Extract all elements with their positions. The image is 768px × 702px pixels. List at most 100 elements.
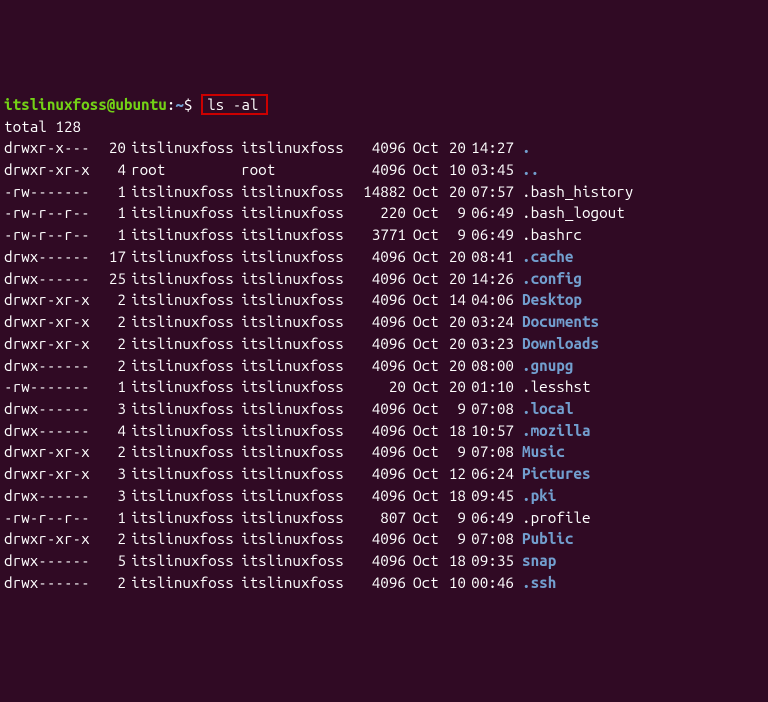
file-row: drwx------5itslinuxfossitslinuxfoss4096O… — [4, 550, 764, 572]
file-name: .lesshst — [518, 376, 591, 398]
file-size: 220 — [356, 202, 406, 224]
day: 9 — [444, 507, 466, 529]
link-count: 2 — [99, 441, 126, 463]
permissions: drwxr-xr-x — [4, 528, 99, 550]
day: 20 — [444, 268, 466, 290]
file-name: .gnupg — [518, 355, 573, 377]
owner: itslinuxfoss — [126, 485, 241, 507]
group: itslinuxfoss — [241, 355, 356, 377]
file-row: drwxr-xr-x4rootroot4096Oct1003:45.. — [4, 159, 764, 181]
file-name: .profile — [518, 507, 591, 529]
group: itslinuxfoss — [241, 463, 356, 485]
owner: itslinuxfoss — [126, 311, 241, 333]
permissions: drwx------ — [4, 268, 99, 290]
month: Oct — [406, 550, 444, 572]
link-count: 5 — [99, 550, 126, 572]
permissions: drwxr-xr-x — [4, 311, 99, 333]
owner: itslinuxfoss — [126, 463, 241, 485]
time: 03:24 — [466, 311, 518, 333]
file-name: .pki — [518, 485, 556, 507]
permissions: drwxr-xr-x — [4, 463, 99, 485]
day: 20 — [444, 181, 466, 203]
file-row: drwx------3itslinuxfossitslinuxfoss4096O… — [4, 398, 764, 420]
file-name: Downloads — [518, 333, 599, 355]
permissions: drwx------ — [4, 550, 99, 572]
file-name: Pictures — [518, 463, 591, 485]
day: 20 — [444, 333, 466, 355]
link-count: 1 — [99, 224, 126, 246]
owner: itslinuxfoss — [126, 441, 241, 463]
day: 12 — [444, 463, 466, 485]
file-name: Desktop — [518, 289, 582, 311]
link-count: 4 — [99, 159, 126, 181]
file-size: 4096 — [356, 137, 406, 159]
group: itslinuxfoss — [241, 572, 356, 594]
day: 20 — [444, 311, 466, 333]
file-row: -rw-r--r--1itslinuxfossitslinuxfoss807Oc… — [4, 507, 764, 529]
group: itslinuxfoss — [241, 246, 356, 268]
permissions: -rw-r--r-- — [4, 507, 99, 529]
time: 03:45 — [466, 159, 518, 181]
file-size: 4096 — [356, 528, 406, 550]
file-size: 4096 — [356, 159, 406, 181]
time: 09:45 — [466, 485, 518, 507]
file-row: -rw-------1itslinuxfossitslinuxfoss20Oct… — [4, 376, 764, 398]
file-row: -rw-r--r--1itslinuxfossitslinuxfoss220Oc… — [4, 202, 764, 224]
owner: itslinuxfoss — [126, 289, 241, 311]
link-count: 2 — [99, 311, 126, 333]
time: 07:08 — [466, 441, 518, 463]
file-name: .local — [518, 398, 573, 420]
file-name: snap — [518, 550, 556, 572]
link-count: 1 — [99, 376, 126, 398]
owner: itslinuxfoss — [126, 355, 241, 377]
link-count: 3 — [99, 463, 126, 485]
month: Oct — [406, 289, 444, 311]
time: 10:57 — [466, 420, 518, 442]
prompt-user-host: itslinuxfoss@ubuntu — [4, 96, 167, 113]
file-row: -rw-r--r--1itslinuxfossitslinuxfoss3771O… — [4, 224, 764, 246]
link-count: 1 — [99, 507, 126, 529]
month: Oct — [406, 572, 444, 594]
time: 06:24 — [466, 463, 518, 485]
month: Oct — [406, 311, 444, 333]
month: Oct — [406, 202, 444, 224]
file-row: drwx------2itslinuxfossitslinuxfoss4096O… — [4, 572, 764, 594]
file-size: 3771 — [356, 224, 406, 246]
terminal-output[interactable]: itslinuxfoss@ubuntu:~$ ls -al total 128 … — [4, 94, 764, 594]
day: 10 — [444, 159, 466, 181]
time: 00:46 — [466, 572, 518, 594]
day: 9 — [444, 202, 466, 224]
file-listing: drwxr-x---20itslinuxfossitslinuxfoss4096… — [4, 137, 764, 593]
group: itslinuxfoss — [241, 550, 356, 572]
permissions: drwxr-x--- — [4, 137, 99, 159]
owner: itslinuxfoss — [126, 507, 241, 529]
command-text: ls -al — [207, 96, 258, 113]
owner: itslinuxfoss — [126, 202, 241, 224]
day: 14 — [444, 289, 466, 311]
owner: itslinuxfoss — [126, 333, 241, 355]
file-name: .bashrc — [518, 224, 582, 246]
permissions: drwxr-xr-x — [4, 289, 99, 311]
month: Oct — [406, 485, 444, 507]
group: itslinuxfoss — [241, 181, 356, 203]
link-count: 1 — [99, 202, 126, 224]
month: Oct — [406, 159, 444, 181]
month: Oct — [406, 333, 444, 355]
file-size: 4096 — [356, 333, 406, 355]
command-highlight-box: ls -al — [201, 94, 268, 115]
time: 14:26 — [466, 268, 518, 290]
group: itslinuxfoss — [241, 376, 356, 398]
day: 18 — [444, 420, 466, 442]
permissions: drwxr-xr-x — [4, 159, 99, 181]
time: 07:08 — [466, 398, 518, 420]
owner: itslinuxfoss — [126, 572, 241, 594]
file-size: 4096 — [356, 485, 406, 507]
link-count: 3 — [99, 398, 126, 420]
month: Oct — [406, 507, 444, 529]
day: 9 — [444, 441, 466, 463]
link-count: 2 — [99, 355, 126, 377]
owner: itslinuxfoss — [126, 376, 241, 398]
file-size: 4096 — [356, 289, 406, 311]
group: root — [241, 159, 356, 181]
day: 20 — [444, 137, 466, 159]
